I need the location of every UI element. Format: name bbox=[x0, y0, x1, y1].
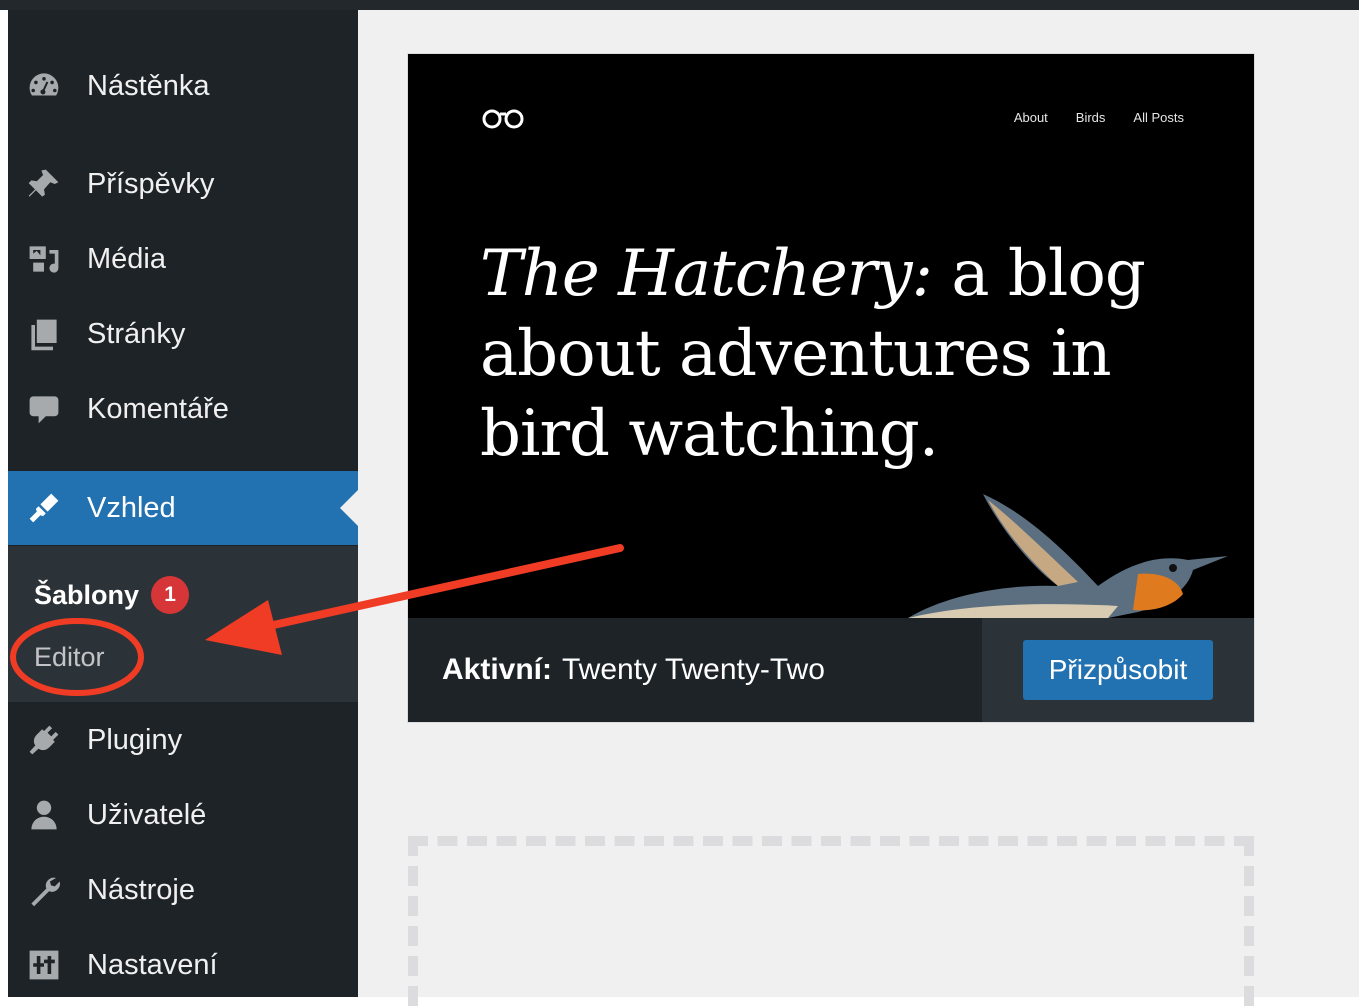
sidebar-item-pages[interactable]: Stránky bbox=[8, 304, 358, 364]
submenu-item-editor[interactable]: Editor bbox=[34, 642, 105, 673]
settings-icon bbox=[26, 947, 62, 983]
sidebar-item-plugins[interactable]: Pluginy bbox=[8, 710, 358, 770]
sidebar-item-appearance[interactable]: Vzhled bbox=[8, 471, 358, 545]
comments-icon bbox=[26, 391, 62, 427]
sidebar-item-comments[interactable]: Komentáře bbox=[8, 379, 358, 439]
customize-button[interactable]: Přizpůsobit bbox=[1022, 640, 1214, 700]
users-icon bbox=[26, 797, 62, 833]
bird-illustration-icon bbox=[908, 494, 1228, 618]
preview-hero-em: The Hatchery: bbox=[480, 237, 933, 311]
theme-footer: Aktivní: Twenty Twenty-Two Přizpůsobit bbox=[408, 618, 1254, 722]
preview-nav-birds: Birds bbox=[1075, 110, 1106, 125]
theme-title: Twenty Twenty-Two bbox=[562, 653, 825, 686]
submenu-item-themes[interactable]: Šablony 1 bbox=[34, 576, 190, 614]
active-theme-card[interactable]: About Birds All Posts The Hatchery: a bl… bbox=[408, 54, 1254, 722]
sidebar-item-dashboard[interactable]: Nástěnka bbox=[8, 56, 358, 116]
sidebar-item-settings[interactable]: Nastavení bbox=[8, 935, 358, 995]
admin-bar bbox=[0, 0, 1359, 10]
pages-icon bbox=[26, 316, 62, 352]
sidebar-item-label: Komentáře bbox=[87, 392, 229, 425]
add-new-theme-placeholder[interactable] bbox=[408, 836, 1254, 1006]
admin-sidebar: Nástěnka Příspěvky Média Stránky Komentá… bbox=[8, 10, 358, 997]
tools-icon bbox=[26, 872, 62, 908]
preview-nav: About Birds All Posts bbox=[1014, 110, 1184, 125]
preview-hero-text: The Hatchery: a blog about adventures in… bbox=[480, 234, 1180, 474]
sidebar-item-label: Nástroje bbox=[87, 873, 195, 906]
sidebar-item-posts[interactable]: Příspěvky bbox=[8, 154, 358, 214]
sidebar-item-label: Nastavení bbox=[87, 948, 218, 981]
appearance-icon bbox=[26, 490, 62, 526]
preview-nav-all-posts: All Posts bbox=[1133, 110, 1184, 125]
binoculars-logo-icon bbox=[482, 109, 524, 129]
dashboard-icon bbox=[26, 68, 62, 104]
preview-nav-about: About bbox=[1013, 110, 1048, 125]
sidebar-item-tools[interactable]: Nástroje bbox=[8, 860, 358, 920]
plugins-icon bbox=[26, 722, 62, 758]
media-icon bbox=[26, 241, 62, 277]
sidebar-item-label: Pluginy bbox=[87, 723, 183, 756]
sidebar-item-media[interactable]: Média bbox=[8, 229, 358, 289]
themes-content: About Birds All Posts The Hatchery: a bl… bbox=[358, 10, 1359, 1006]
active-indicator bbox=[340, 490, 358, 526]
sidebar-item-label: Nástěnka bbox=[87, 69, 210, 102]
sidebar-item-label: Stránky bbox=[87, 317, 186, 350]
sidebar-item-label: Média bbox=[87, 242, 166, 275]
sidebar-item-label: Vzhled bbox=[87, 491, 176, 524]
sidebar-item-label: Uživatelé bbox=[87, 798, 207, 831]
submenu-item-label: Šablony bbox=[34, 579, 140, 610]
theme-actions: Přizpůsobit bbox=[982, 618, 1254, 722]
sidebar-item-label: Příspěvky bbox=[87, 167, 215, 200]
pin-icon bbox=[26, 166, 62, 202]
theme-screenshot: About Birds All Posts The Hatchery: a bl… bbox=[408, 54, 1254, 618]
active-theme-name: Aktivní: Twenty Twenty-Two bbox=[442, 618, 825, 722]
active-prefix: Aktivní: bbox=[442, 653, 553, 686]
update-count-badge: 1 bbox=[151, 576, 190, 614]
sidebar-item-users[interactable]: Uživatelé bbox=[8, 785, 358, 845]
appearance-submenu: Šablony 1 Editor bbox=[8, 546, 358, 702]
